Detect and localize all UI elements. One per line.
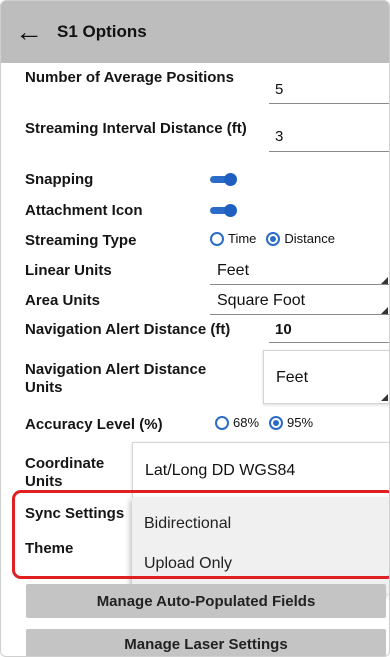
- avg-positions-label: Number of Average Positions: [25, 69, 234, 86]
- accuracy-68-label: 68%: [233, 415, 260, 430]
- nav-alert-distance-input[interactable]: 10: [275, 321, 292, 338]
- sync-option-bidirectional[interactable]: Bidirectional: [144, 515, 231, 533]
- area-units-underline: [210, 314, 389, 315]
- nav-alert-units-label: Navigation Alert Distance Units: [25, 361, 207, 396]
- streaming-interval-label: Streaming Interval Distance (ft): [25, 120, 247, 137]
- area-units-label: Area Units: [25, 292, 101, 309]
- sync-settings-label: Sync Settings: [25, 505, 125, 522]
- linear-units-select[interactable]: Feet: [217, 262, 249, 280]
- area-units-select[interactable]: Square Foot: [217, 292, 305, 310]
- area-units-dropdown-icon[interactable]: [381, 307, 388, 314]
- nav-alert-units-dropdown-icon: [381, 394, 388, 401]
- theme-label: Theme: [25, 540, 74, 557]
- manage-laser-settings-button[interactable]: Manage Laser Settings: [26, 629, 386, 656]
- accuracy-95-radio[interactable]: [269, 415, 284, 430]
- streaming-type-label: Streaming Type: [25, 232, 137, 249]
- streaming-type-time-radio[interactable]: [210, 231, 224, 246]
- accuracy-68-radio[interactable]: [215, 415, 229, 430]
- attachment-icon-toggle-knob: [224, 204, 237, 217]
- streaming-type-distance-label: Distance: [284, 231, 335, 246]
- coordinate-units-select[interactable]: Lat/Long DD WGS84: [132, 442, 389, 498]
- back-arrow-icon[interactable]: ←: [1, 18, 57, 46]
- coordinate-units-label: Coordinate Units: [25, 455, 105, 490]
- snapping-toggle[interactable]: [210, 173, 238, 186]
- snapping-toggle-knob: [224, 173, 237, 186]
- avg-positions-underline: [269, 103, 389, 104]
- app-header: ← S1 Options: [1, 1, 389, 63]
- avg-positions-input[interactable]: 5: [275, 81, 283, 98]
- app-window: ← S1 Options Number of Average Positions…: [0, 0, 390, 657]
- attachment-icon-toggle[interactable]: [210, 204, 238, 217]
- page-title: S1 Options: [57, 22, 147, 41]
- linear-units-dropdown-icon[interactable]: [381, 277, 388, 284]
- nav-alert-distance-underline: [269, 342, 389, 343]
- nav-alert-distance-label: Navigation Alert Distance (ft): [25, 321, 231, 338]
- streaming-type-distance-radio[interactable]: [266, 231, 281, 246]
- nav-alert-units-value: Feet: [276, 369, 309, 386]
- streaming-type-time-label: Time: [228, 231, 257, 246]
- streaming-interval-input[interactable]: 3: [275, 128, 283, 145]
- accuracy-95-label: 95%: [287, 415, 314, 430]
- snapping-label: Snapping: [25, 171, 94, 188]
- sync-settings-dropdown: Bidirectional Upload Only: [132, 497, 389, 593]
- nav-alert-units-select[interactable]: Feet: [263, 350, 389, 404]
- streaming-type-radio-group: Time Distance: [210, 231, 345, 246]
- accuracy-level-radio-group: 68% 95%: [215, 415, 323, 430]
- accuracy-level-label: Accuracy Level (%): [25, 416, 163, 433]
- sync-option-upload-only[interactable]: Upload Only: [144, 555, 232, 573]
- streaming-interval-underline: [269, 151, 389, 152]
- linear-units-label: Linear Units: [25, 262, 112, 279]
- manage-auto-populated-fields-button[interactable]: Manage Auto-Populated Fields: [26, 584, 386, 618]
- linear-units-underline: [210, 284, 389, 285]
- attachment-icon-label: Attachment Icon: [25, 202, 143, 219]
- coordinate-units-value: Lat/Long DD WGS84: [145, 462, 296, 479]
